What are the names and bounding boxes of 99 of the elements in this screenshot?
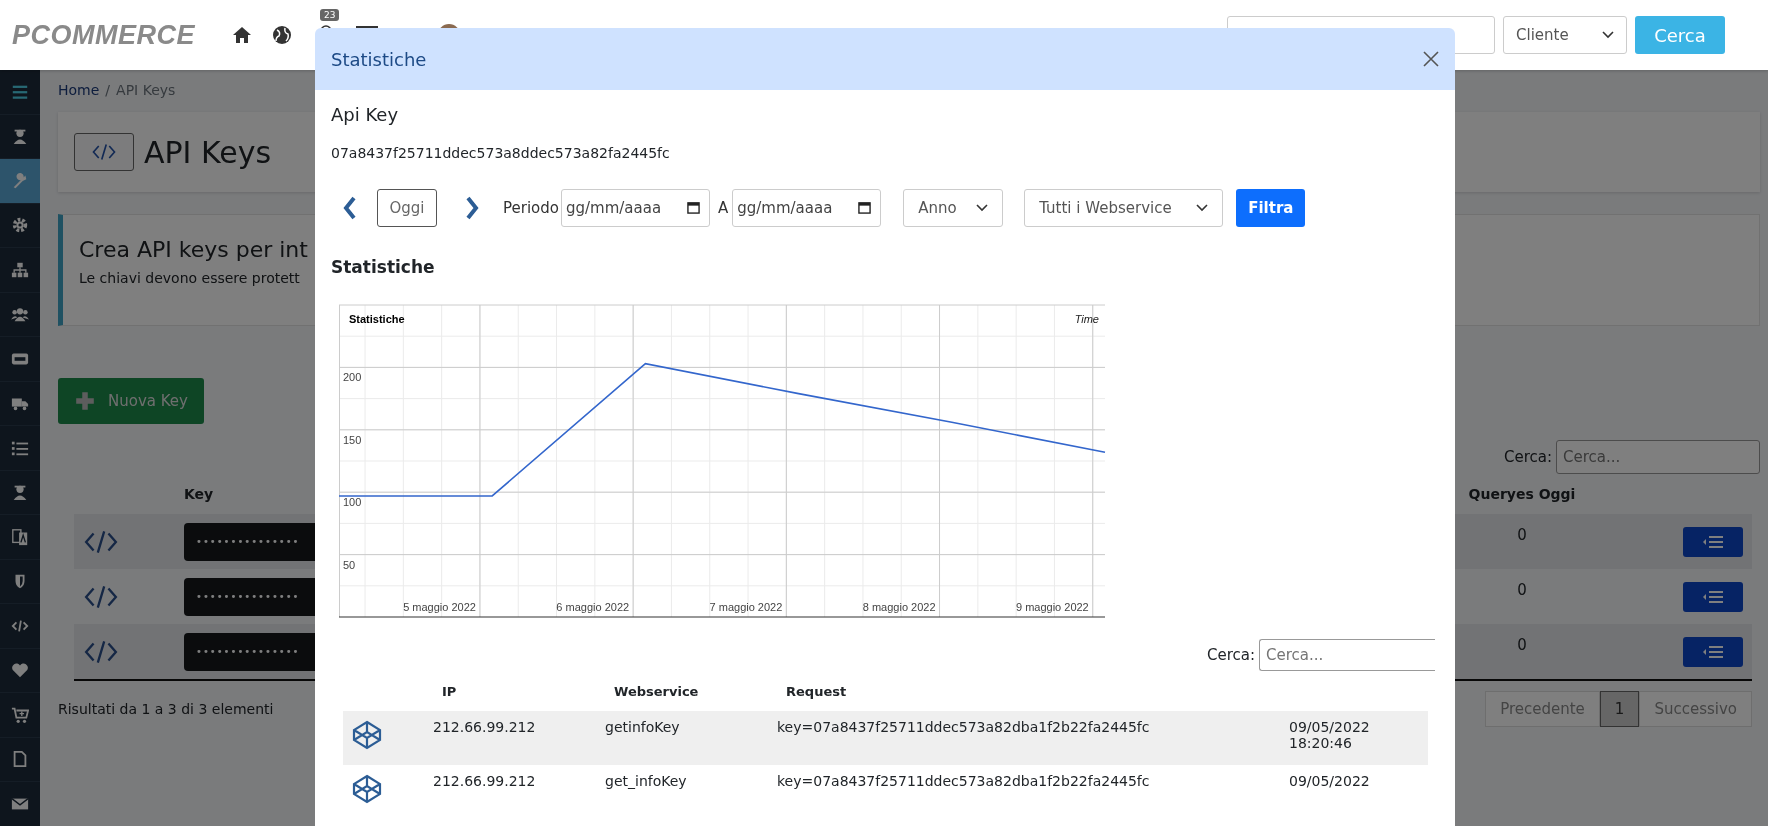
heart-icon: [11, 661, 29, 680]
notification-badge: 23: [320, 9, 340, 21]
chevron-down-icon: [1602, 31, 1614, 39]
period-select[interactable]: Anno: [903, 189, 1004, 227]
translate-icon: [11, 527, 29, 546]
masked-key: •••••••••••••••: [196, 591, 300, 602]
pagination-button[interactable]: Precedente: [1485, 691, 1600, 727]
chevron-down-icon: [976, 204, 989, 212]
search-button[interactable]: Cerca: [1635, 16, 1725, 54]
close-button[interactable]: [1421, 49, 1441, 69]
chevron-right-icon: [465, 196, 479, 220]
globe-icon[interactable]: [272, 25, 292, 45]
table-cell-text: 09/05/2022 18:20:46: [1289, 719, 1371, 753]
customer-select[interactable]: Cliente: [1503, 16, 1627, 54]
details-button[interactable]: [1683, 581, 1743, 612]
date-field[interactable]: gg/mm/aaaa: [732, 189, 882, 227]
cart-icon: [11, 705, 29, 724]
axis-tick-label: 150: [343, 433, 362, 446]
pagination-button[interactable]: Successivo: [1639, 691, 1752, 727]
table-cell-text: 0: [1516, 525, 1528, 544]
callout-title: Crea API keys per int: [79, 237, 308, 262]
filter-button[interactable]: Filtra: [1236, 189, 1306, 227]
breadcrumb-item: API Keys: [116, 82, 176, 98]
breadcrumb-item[interactable]: Home: [58, 82, 100, 98]
gear-icon: [11, 216, 29, 235]
file-icon: [11, 750, 29, 769]
period-label: Periodo: [503, 199, 559, 217]
api-key-value: 07a8437f25711ddec573a8ddec573a82fa2445fc: [331, 145, 671, 161]
sidebar-item[interactable]: [0, 159, 40, 204]
new-key-button[interactable]: Nuova Key: [58, 378, 204, 424]
table-cell-text: 212.66.99.212: [433, 773, 537, 791]
axis-tick-label: 50: [343, 558, 356, 571]
api-key-label: Api Key: [331, 104, 400, 125]
axis-tick-label: 200: [343, 371, 362, 384]
home-icon[interactable]: [232, 26, 252, 44]
table-cell-text: 0: [1516, 635, 1528, 654]
calendar-icon: [686, 201, 700, 214]
chevron-down-icon: [1196, 204, 1209, 212]
previous-button[interactable]: [343, 196, 357, 220]
column-header: IP: [441, 683, 458, 699]
axis-tick-label: 5 maggio 2022: [403, 601, 476, 613]
search-label: Cerca:: [1503, 448, 1552, 466]
person-icon: [11, 483, 29, 502]
close-icon: [1423, 51, 1439, 67]
results-summary: Risultati da 1 a 3 di 3 elementi: [58, 701, 274, 717]
column-header: Queryes Oggi: [1467, 486, 1577, 502]
search-field[interactable]: Cerca...: [1259, 639, 1435, 671]
breadcrumb-separator: /: [105, 82, 111, 98]
callout-text: Le chiavi devono essere protett: [79, 270, 300, 286]
table-cell-text: key=07a8437f25711ddec573a82dba1f2b22fa2445fc: [777, 719, 1151, 737]
logo: PCOMMERCE: [12, 19, 196, 51]
axis-tick-label: 9 maggio 2022: [1015, 601, 1089, 613]
list-icon: [1702, 644, 1724, 659]
search-field[interactable]: Cerca...: [1556, 440, 1760, 474]
column-header: Webservice: [613, 683, 700, 699]
axis-tick-label: 6 maggio 2022: [556, 601, 630, 613]
today-button[interactable]: Oggi: [377, 189, 437, 227]
modal-title: Statistiche: [331, 48, 427, 70]
axis-tick-label: 100: [343, 496, 362, 509]
search-label: Cerca:: [1206, 646, 1255, 664]
cube-icon: [351, 773, 383, 805]
chevron-left-icon: [343, 196, 357, 220]
webservice-select[interactable]: Tutti i Webservice: [1024, 189, 1224, 227]
person-icon: [11, 127, 29, 146]
chart-title: Statistiche: [349, 313, 405, 325]
table-cell-text: 0: [1516, 580, 1528, 599]
details-button[interactable]: [1683, 636, 1743, 667]
page-title: API Keys: [144, 134, 272, 170]
column-header: Request: [785, 683, 848, 699]
next-button[interactable]: [465, 196, 479, 220]
plus-icon: [74, 390, 96, 412]
code-button[interactable]: [74, 133, 134, 171]
users-icon: [11, 305, 29, 324]
table-cell-text: 09/05/2022: [1289, 773, 1371, 791]
section-heading: Statistiche: [331, 257, 436, 277]
details-button[interactable]: [1683, 526, 1743, 557]
code-icon: [84, 583, 118, 610]
table-cell-text: get_infoKey: [605, 773, 688, 791]
masked-key: •••••••••••••••: [196, 536, 300, 547]
to-label: A: [717, 199, 729, 217]
table-cell-text: 212.66.99.212: [433, 719, 537, 737]
code-icon: [84, 528, 118, 555]
column-header: Key: [184, 486, 214, 502]
axis-tick-label: 8 maggio 2022: [862, 601, 936, 613]
axis-tick-label: 7 maggio 2022: [709, 601, 783, 613]
axis-label: Time: [1074, 313, 1099, 325]
wrench-icon: [11, 171, 29, 190]
table-cell-text: key=07a8437f25711ddec573a82dba1f2b22fa2445fc: [777, 773, 1151, 791]
date-field[interactable]: gg/mm/aaaa: [560, 189, 710, 227]
code-icon: [84, 638, 118, 665]
masked-key: •••••••••••••••: [196, 646, 300, 657]
table-cell-text: getinfoKey: [605, 719, 681, 737]
list-icon: [1702, 534, 1724, 549]
sitemap-icon: [11, 260, 29, 279]
pagination-button[interactable]: 1: [1599, 691, 1640, 727]
code-icon: [92, 143, 116, 161]
calendar-icon: [858, 201, 872, 214]
cube-icon: [351, 719, 383, 751]
list-icon: [1702, 589, 1724, 604]
